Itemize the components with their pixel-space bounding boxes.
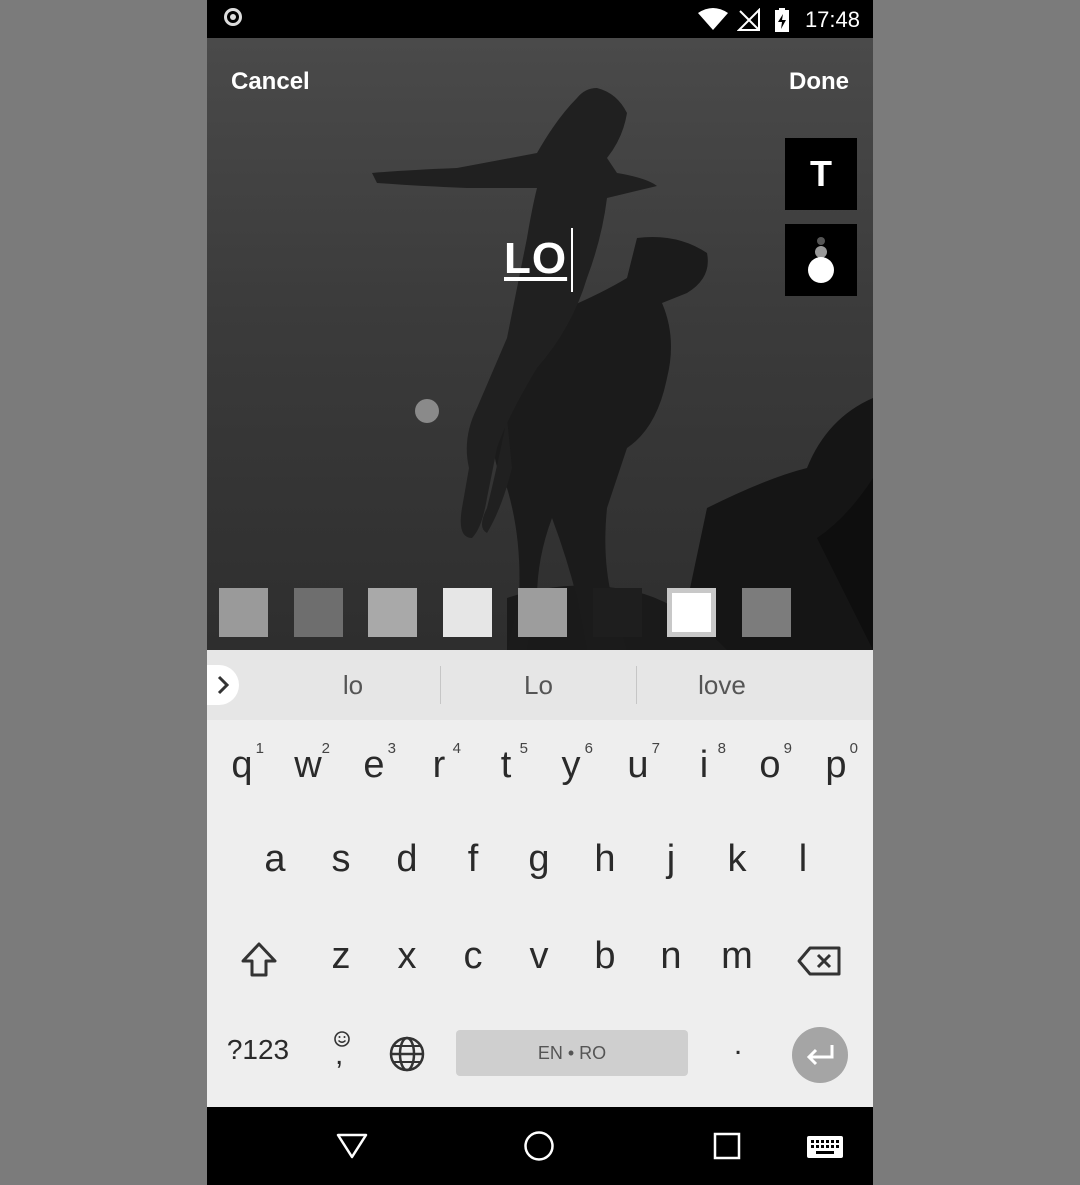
key-q[interactable]: 1q — [218, 740, 266, 800]
color-swatch[interactable] — [517, 588, 567, 637]
key-o[interactable]: 9o — [746, 740, 794, 800]
key-c[interactable]: c — [449, 935, 497, 978]
key-d[interactable]: d — [383, 838, 431, 881]
status-bar: 17:48 — [207, 0, 873, 38]
color-swatch[interactable] — [443, 588, 493, 637]
key-k[interactable]: k — [713, 838, 761, 881]
key-number-hint: 2 — [321, 740, 330, 757]
key-w[interactable]: 2w — [284, 740, 332, 800]
overlay-text[interactable]: LO — [504, 234, 567, 284]
key-v[interactable]: v — [515, 935, 563, 978]
key-y[interactable]: 6y — [547, 740, 595, 800]
backspace-key[interactable] — [796, 945, 842, 977]
shift-key[interactable] — [239, 940, 279, 980]
recents-square-icon[interactable] — [713, 1132, 741, 1160]
key-m[interactable]: m — [713, 935, 761, 978]
color-swatch[interactable] — [219, 588, 268, 637]
color-swatch[interactable] — [741, 588, 791, 637]
text-style-button[interactable]: T — [785, 138, 857, 210]
key-r[interactable]: 4r — [415, 740, 463, 800]
wifi-icon — [698, 8, 728, 30]
key-p[interactable]: 0p — [812, 740, 860, 800]
key-number-hint: 8 — [717, 740, 726, 757]
keyboard-switch-icon[interactable] — [807, 1136, 843, 1158]
suggestion-1[interactable]: lo — [257, 650, 449, 720]
key-s[interactable]: s — [317, 838, 365, 881]
circle-notification-icon — [224, 8, 242, 26]
key-z[interactable]: z — [317, 935, 365, 978]
key-number-hint: 5 — [519, 740, 528, 757]
color-swatch[interactable] — [667, 588, 717, 637]
key-number-hint: 6 — [584, 740, 593, 757]
color-drop-icon — [808, 237, 834, 283]
silhouette-photo — [372, 88, 873, 650]
key-e[interactable]: 3e — [350, 740, 398, 800]
back-triangle-icon[interactable] — [336, 1132, 368, 1160]
key-number-hint: 3 — [387, 740, 396, 757]
key-number-hint: 7 — [651, 740, 660, 757]
key-number-hint: 1 — [255, 740, 264, 757]
key-x[interactable]: x — [383, 935, 431, 978]
key-b[interactable]: b — [581, 935, 629, 978]
color-swatch[interactable] — [293, 588, 343, 637]
enter-key[interactable] — [792, 1027, 848, 1083]
globe-icon[interactable] — [388, 1035, 426, 1073]
phone-screen: 17:48 Cancel Done T LO lo Lo love 1 q 2 … — [207, 0, 873, 1185]
key-number-hint: 0 — [849, 740, 858, 757]
text-cursor — [571, 228, 573, 292]
battery-charging-icon — [775, 8, 789, 32]
chevron-right-icon — [217, 675, 230, 695]
key-n[interactable]: n — [647, 935, 695, 978]
key-number-hint: 4 — [452, 740, 461, 757]
photo-canvas[interactable]: Cancel Done T LO — [207, 38, 873, 650]
text-color-tool-button[interactable] — [785, 224, 857, 296]
key-j[interactable]: j — [647, 838, 695, 881]
space-key[interactable]: EN • RO — [456, 1030, 688, 1076]
key-number-hint: 9 — [783, 740, 792, 757]
key-a[interactable]: a — [251, 838, 299, 881]
navigation-bar — [207, 1107, 873, 1185]
status-time: 17:48 — [804, 7, 860, 32]
key-l[interactable]: l — [779, 838, 827, 881]
key-u[interactable]: 7u — [614, 740, 662, 800]
key-h[interactable]: h — [581, 838, 629, 881]
cancel-button[interactable]: Cancel — [231, 68, 310, 96]
text-style-label: T — [810, 153, 832, 194]
expand-suggestions-button[interactable] — [207, 665, 239, 705]
comma-label: , — [335, 1038, 344, 1071]
enter-arrow-icon — [806, 1045, 834, 1066]
color-swatch[interactable] — [368, 588, 418, 637]
key-f[interactable]: f — [449, 838, 497, 881]
home-circle-icon[interactable] — [523, 1130, 555, 1162]
symbols-key[interactable]: ?123 — [223, 1034, 293, 1066]
key-g[interactable]: g — [515, 838, 563, 881]
color-swatch[interactable] — [592, 588, 642, 637]
done-button[interactable]: Done — [789, 68, 849, 96]
no-signal-icon — [737, 8, 760, 31]
suggestion-bar: lo Lo love — [207, 650, 873, 720]
emoji-comma-key[interactable]: , — [325, 1028, 357, 1078]
suggestion-3[interactable]: love — [637, 650, 807, 720]
keyboard: lo Lo love 1q2w3e4r5t6y7u8i9o0pasdfghjkl… — [207, 650, 873, 1107]
period-key[interactable]: . — [725, 1028, 751, 1062]
key-t[interactable]: 5t — [482, 740, 530, 800]
key-i[interactable]: 8i — [680, 740, 728, 800]
suggestion-2[interactable]: Lo — [441, 650, 636, 720]
